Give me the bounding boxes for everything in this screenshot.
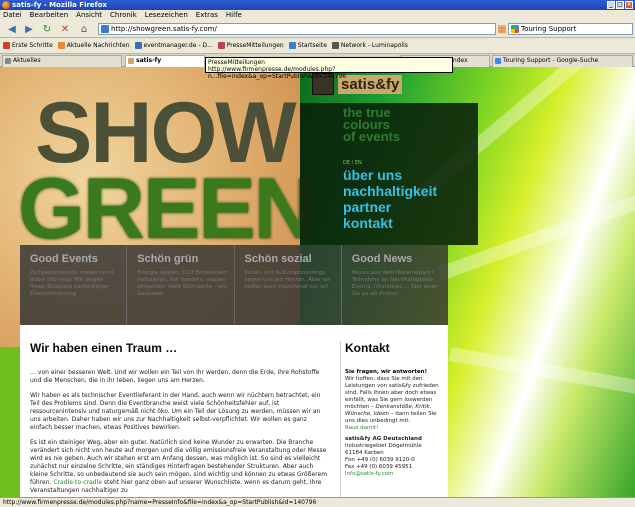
paragraph: Wir haben es als technischer Eventliefer… <box>30 392 321 431</box>
teaser-good-news[interactable]: Good News Neues aus dem Materialpark? Te… <box>342 245 448 325</box>
contact-question: Sie fragen, wir antworten! <box>345 369 428 375</box>
bookmark-item[interactable]: Startseite <box>288 42 327 49</box>
window-controls: _ □ × <box>607 1 633 9</box>
bookmark-item[interactable]: PresseMitteilungen <box>217 42 284 49</box>
page-viewport[interactable]: SHOW GREEN satis&fy the true colours of … <box>0 67 635 497</box>
menu-bar: Datei Bearbeiten Ansicht Chronik Lesezei… <box>0 10 635 20</box>
tab-icon <box>5 58 11 64</box>
bookmark-icon <box>134 42 142 49</box>
bookmark-item[interactable]: Aktuelle Nachrichten <box>57 42 130 49</box>
teaser-boxes: Good Events Zeitgeisterlebnis, modern un… <box>20 245 448 325</box>
firefox-icon <box>2 1 10 9</box>
search-input[interactable]: Touring Support <box>508 23 633 35</box>
menu-bearbeiten[interactable]: Bearbeiten <box>30 10 68 20</box>
home-icon[interactable]: ⌂ <box>76 22 92 36</box>
tab-aktuelles[interactable]: Aktuelles <box>2 55 122 67</box>
bookmark-item[interactable]: Network - Luminapolis <box>331 42 408 49</box>
url-input[interactable]: http://showgreen.satis-fy.com/ <box>98 23 496 35</box>
menu-chronik[interactable]: Chronik <box>110 10 137 20</box>
main-heading: Wir haben einen Traum … <box>30 341 178 355</box>
menu-hilfe[interactable]: Hilfe <box>226 10 242 20</box>
reload-icon[interactable]: ↻ <box>40 22 54 36</box>
google-icon <box>511 25 519 33</box>
contact-address: satis&fy AG Deutschland Industriegebiet … <box>345 436 422 477</box>
rss-icon[interactable]: ▦ <box>497 22 507 36</box>
nav-link-kontakt[interactable]: kontakt <box>343 215 437 231</box>
contact-text: Wir hoffen, dass Sie mit den Leistungen … <box>345 376 439 431</box>
teaser-good-events[interactable]: Good Events Zeitgeisterlebnis, modern un… <box>20 245 128 325</box>
email-link[interactable]: info@satis-fy.com <box>345 471 393 477</box>
bookmark-icon <box>288 42 296 49</box>
back-arrow-icon[interactable]: ◀ <box>4 22 20 36</box>
navigation-toolbar: ◀ ▶ ↻ ✕ ⌂ http://showgreen.satis-fy.com/… <box>0 20 635 38</box>
hero-green-text: GREEN <box>18 161 316 257</box>
bookmark-icon <box>3 42 10 49</box>
forward-arrow-icon[interactable]: ▶ <box>22 22 36 36</box>
site-favicon-icon <box>101 25 109 33</box>
tab-satis-fy[interactable]: satis-fy <box>125 55 205 67</box>
window-titlebar: satis-fy - Mozilla Firefox _ □ × <box>0 0 635 10</box>
main-navigation: über uns nachhaltigkeit partner kontakt <box>343 167 437 231</box>
nav-link-ueber-uns[interactable]: über uns <box>343 167 437 183</box>
status-bar: http://www.firmenpresse.de/modules.php?n… <box>0 497 635 507</box>
bookmark-item[interactable]: Erste Schritte <box>3 42 53 49</box>
paragraph: … von einer besseren Welt. Und wir wolle… <box>30 369 320 384</box>
minimize-icon[interactable]: _ <box>607 1 615 9</box>
cradle-to-cradle-link[interactable]: Cradle-to-cradle <box>53 479 102 486</box>
tab-google-search[interactable]: Touring Support - Google-Suche <box>492 55 633 67</box>
teaser-schoen-gruen[interactable]: Schön grün Energie sparen, CO2 Emissione… <box>127 245 235 325</box>
menu-lesezeichen[interactable]: Lesezeichen <box>145 10 188 20</box>
bookmark-icon <box>217 42 225 49</box>
tab-icon <box>495 58 501 64</box>
bookmark-item[interactable]: eventmanager.de - D... <box>134 42 213 49</box>
tagline: the true colours of events <box>343 105 401 144</box>
bookmarks-toolbar: Erste Schritte Aktuelle Nachrichten even… <box>0 38 635 54</box>
paragraph: Es ist ein steiniger Weg, aber ein guter… <box>30 439 328 494</box>
content-area: Wir haben einen Traum … … von einer bess… <box>20 325 448 497</box>
maximize-icon[interactable]: □ <box>616 1 624 9</box>
bookmark-icon <box>331 42 339 49</box>
rss-bookmark-icon <box>57 42 65 49</box>
nav-link-nachhaltigkeit[interactable]: nachhaltigkeit <box>343 183 437 199</box>
menu-datei[interactable]: Datei <box>3 10 22 20</box>
menu-extras[interactable]: Extras <box>196 10 218 20</box>
nav-link-partner[interactable]: partner <box>343 199 437 215</box>
link-tooltip: PresseMitteilungen http://www.firmenpres… <box>205 57 453 80</box>
language-switch[interactable]: DE / EN <box>343 160 362 166</box>
search-text: Touring Support <box>521 25 577 33</box>
teaser-schoen-sozial[interactable]: Schön sozial Kunst- und Kultursponsoring… <box>235 245 342 325</box>
contact-column: Kontakt Sie fragen, wir antworten! Wir h… <box>340 341 442 497</box>
window-title: satis-fy - Mozilla Firefox <box>12 1 108 9</box>
url-text: http://showgreen.satis-fy.com/ <box>111 25 217 33</box>
close-icon[interactable]: × <box>625 1 633 9</box>
menu-ansicht[interactable]: Ansicht <box>76 10 102 20</box>
tab-icon <box>128 58 134 64</box>
contact-heading: Kontakt <box>345 341 390 355</box>
main-column: Wir haben einen Traum … … von einer bess… <box>30 341 330 497</box>
stop-icon[interactable]: ✕ <box>58 22 72 36</box>
raus-damit-link[interactable]: Raus damit! <box>345 425 378 431</box>
